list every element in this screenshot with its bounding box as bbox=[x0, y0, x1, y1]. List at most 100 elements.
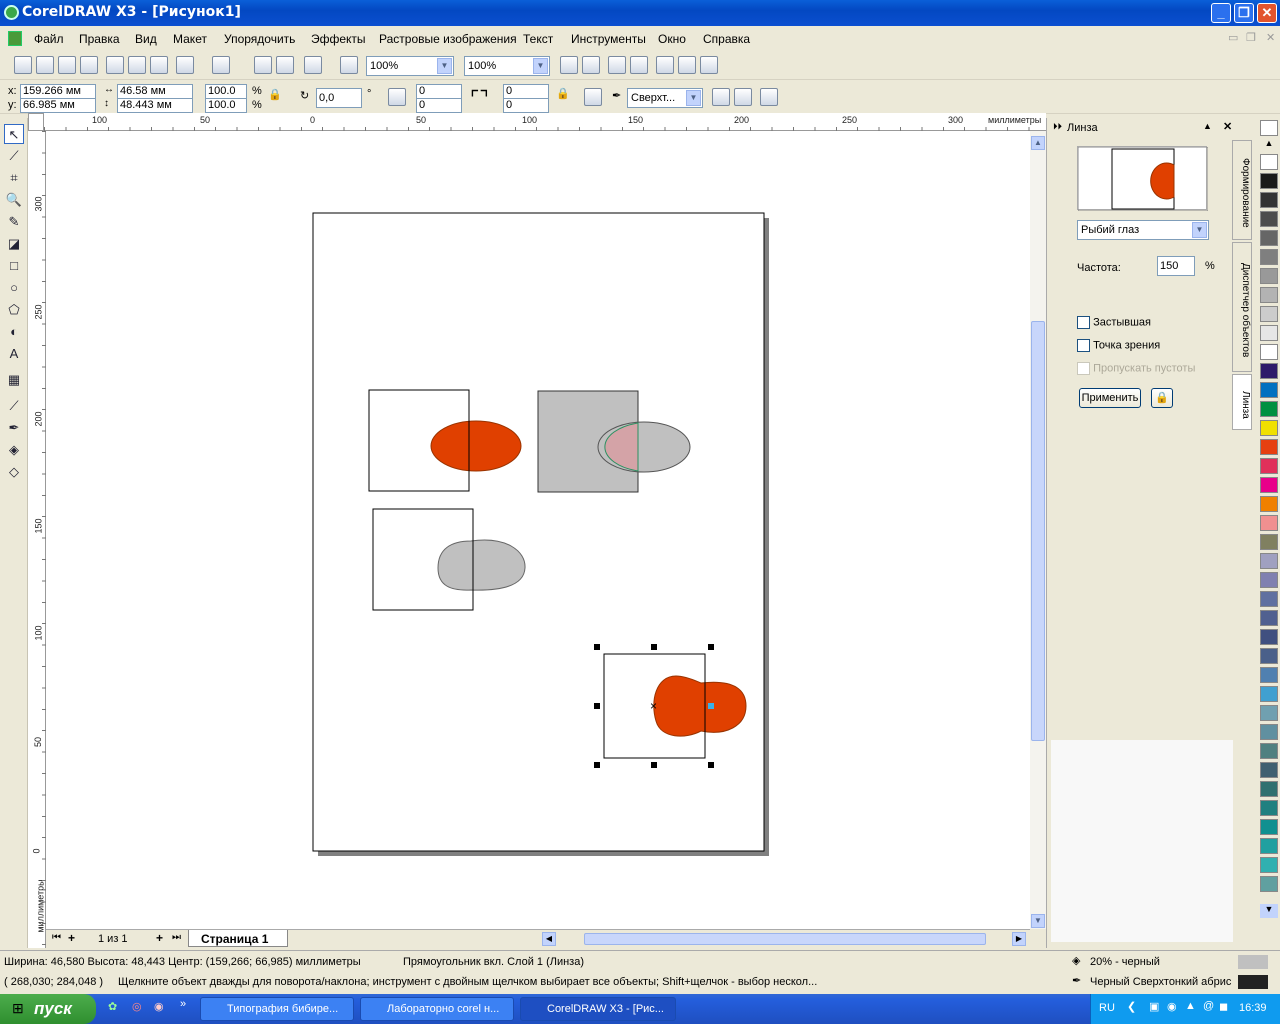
menu-tools[interactable]: Инструменты bbox=[571, 32, 646, 46]
basic-shapes-tool-icon[interactable]: ◐ bbox=[4, 322, 24, 342]
tab-page-1[interactable]: Страница 1 bbox=[188, 930, 288, 947]
color-swatch[interactable] bbox=[1260, 800, 1278, 816]
zoom-combo[interactable]: 100% ▼ bbox=[366, 56, 454, 76]
lens-type-combo[interactable]: Рыбий глаз ▼ bbox=[1077, 220, 1209, 240]
rotation-field[interactable]: 0,0 bbox=[316, 88, 362, 108]
color-swatch[interactable] bbox=[1260, 154, 1278, 170]
color-swatch[interactable] bbox=[1260, 401, 1278, 417]
last-page-icon[interactable]: ⏭ bbox=[172, 932, 181, 943]
menu-help[interactable]: Справка bbox=[703, 32, 750, 46]
color-swatch[interactable] bbox=[1260, 705, 1278, 721]
docker-collapse-icon[interactable]: ⏵⏵ bbox=[1053, 121, 1062, 132]
color-swatch[interactable] bbox=[1260, 534, 1278, 550]
taskbar-item-active[interactable]: CorelDRAW X3 - [Рис... bbox=[520, 997, 676, 1021]
taskbar-item[interactable]: Типография бибире... bbox=[200, 997, 354, 1021]
color-swatch[interactable] bbox=[1260, 344, 1278, 360]
lock-ratio-icon[interactable]: 🔒 bbox=[268, 88, 282, 101]
pick-tool-icon[interactable]: ↖ bbox=[4, 124, 24, 144]
color-swatch[interactable] bbox=[1260, 515, 1278, 531]
quicklaunch-icon[interactable]: ✿ bbox=[108, 1000, 117, 1013]
wrap-text-icon[interactable] bbox=[584, 88, 602, 106]
interactive-blend-tool-icon[interactable]: ▦ bbox=[4, 370, 24, 390]
scale-y-field[interactable]: 100.0 bbox=[205, 98, 247, 113]
vertical-ruler[interactable]: 300 250 200 150 100 50 0 миллиметры bbox=[28, 131, 46, 948]
docker-close-icon[interactable]: ✕ bbox=[1223, 120, 1232, 133]
opera-icon[interactable]: ◎ bbox=[132, 1000, 142, 1013]
color-swatch[interactable] bbox=[1260, 268, 1278, 284]
color-swatch[interactable] bbox=[1260, 819, 1278, 835]
color-swatch[interactable] bbox=[1260, 743, 1278, 759]
color-swatch[interactable] bbox=[1260, 553, 1278, 569]
color-swatch[interactable] bbox=[1260, 173, 1278, 189]
color-swatch[interactable] bbox=[1260, 838, 1278, 854]
color-swatch[interactable] bbox=[1260, 287, 1278, 303]
quicklaunch-more-icon[interactable]: » bbox=[180, 998, 186, 1010]
color-swatch[interactable] bbox=[1260, 325, 1278, 341]
color-swatch[interactable] bbox=[1260, 686, 1278, 702]
menu-effects[interactable]: Эффекты bbox=[311, 32, 366, 46]
h-scroll-thumb[interactable] bbox=[584, 933, 986, 945]
scroll-right-icon[interactable]: ▶ bbox=[1012, 932, 1026, 946]
tab-shaping[interactable]: Формирование bbox=[1232, 140, 1252, 240]
height-field[interactable]: 48.443 мм bbox=[117, 98, 193, 113]
zoom-height-icon[interactable] bbox=[700, 56, 718, 74]
color-swatch[interactable] bbox=[1260, 648, 1278, 664]
color-swatch[interactable] bbox=[1260, 192, 1278, 208]
to-back-icon[interactable] bbox=[734, 88, 752, 106]
convert-to-curves-icon[interactable] bbox=[760, 88, 778, 106]
interactive-fill-tool-icon[interactable]: ◇ bbox=[4, 462, 24, 482]
menu-file[interactable]: Файл bbox=[34, 32, 64, 46]
tab-lens[interactable]: Линза bbox=[1232, 374, 1252, 430]
save-icon[interactable] bbox=[58, 56, 76, 74]
doc-restore-icon[interactable]: ❐ bbox=[1246, 31, 1256, 44]
outline-tool-icon[interactable]: ✒ bbox=[4, 418, 24, 438]
text-tool-icon[interactable]: A bbox=[4, 344, 24, 364]
import-icon[interactable] bbox=[254, 56, 272, 74]
menu-edit[interactable]: Правка bbox=[79, 32, 120, 46]
palette-scroll-up-icon[interactable]: ▲ bbox=[1260, 138, 1278, 152]
zoom-width-icon[interactable] bbox=[678, 56, 696, 74]
taskbar-item[interactable]: Лабораторно corel н... bbox=[360, 997, 514, 1021]
color-swatch[interactable] bbox=[1260, 724, 1278, 740]
smart-fill-tool-icon[interactable]: ◪ bbox=[4, 234, 24, 254]
zoom-page-icon[interactable] bbox=[656, 56, 674, 74]
menu-layout[interactable]: Макет bbox=[173, 32, 207, 46]
viewpoint-checkbox[interactable]: Точка зрения bbox=[1077, 339, 1160, 352]
color-swatch[interactable] bbox=[1260, 477, 1278, 493]
lock-icon[interactable]: 🔒 bbox=[1151, 388, 1173, 408]
zoom-out-icon[interactable] bbox=[582, 56, 600, 74]
polygon-tool-icon[interactable]: ⬠ bbox=[4, 300, 24, 320]
maximize-button[interactable]: ❐ bbox=[1234, 3, 1254, 23]
color-swatch[interactable] bbox=[1260, 420, 1278, 436]
menu-text[interactable]: Текст bbox=[523, 32, 553, 46]
to-front-icon[interactable] bbox=[712, 88, 730, 106]
corel-online-icon[interactable] bbox=[340, 56, 358, 74]
doc-close-icon[interactable]: ✕ bbox=[1266, 31, 1275, 44]
corner-2-field[interactable]: 0 bbox=[503, 84, 549, 99]
crop-tool-icon[interactable]: ⌗ bbox=[4, 168, 24, 188]
ruler-origin[interactable] bbox=[28, 113, 44, 131]
zoom-tool-icon[interactable]: 🔍 bbox=[4, 190, 24, 210]
tray-icon[interactable]: ▣ bbox=[1149, 1000, 1159, 1013]
tray-expand-icon[interactable]: ❮ bbox=[1127, 1000, 1136, 1013]
color-swatch[interactable] bbox=[1260, 458, 1278, 474]
zoom-in-icon[interactable] bbox=[560, 56, 578, 74]
frequency-field[interactable]: 150 bbox=[1157, 256, 1195, 276]
apply-button[interactable]: Применить bbox=[1079, 388, 1141, 408]
vertical-scrollbar[interactable]: ▲ ▼ bbox=[1030, 131, 1046, 929]
outline-width-combo[interactable]: Сверхт... ▼ bbox=[627, 88, 703, 108]
color-swatch[interactable] bbox=[1260, 572, 1278, 588]
add-page-before-icon[interactable]: + bbox=[68, 931, 75, 945]
language-indicator[interactable]: RU bbox=[1099, 1002, 1115, 1014]
mirror-icon[interactable] bbox=[388, 88, 406, 106]
scale-x-field[interactable]: 100.0 bbox=[205, 84, 247, 99]
doc-minimize-icon[interactable]: ▭ bbox=[1228, 31, 1238, 44]
zoom-all-icon[interactable] bbox=[630, 56, 648, 74]
color-swatch[interactable] bbox=[1260, 781, 1278, 797]
first-page-icon[interactable]: ⏮ bbox=[52, 932, 61, 943]
color-swatch[interactable] bbox=[1260, 306, 1278, 322]
color-swatch[interactable] bbox=[1260, 496, 1278, 512]
ellipse-tool-icon[interactable]: ○ bbox=[4, 278, 24, 298]
shape-tool-icon[interactable]: ⟋ bbox=[4, 146, 24, 166]
scroll-down-icon[interactable]: ▼ bbox=[1031, 914, 1045, 928]
